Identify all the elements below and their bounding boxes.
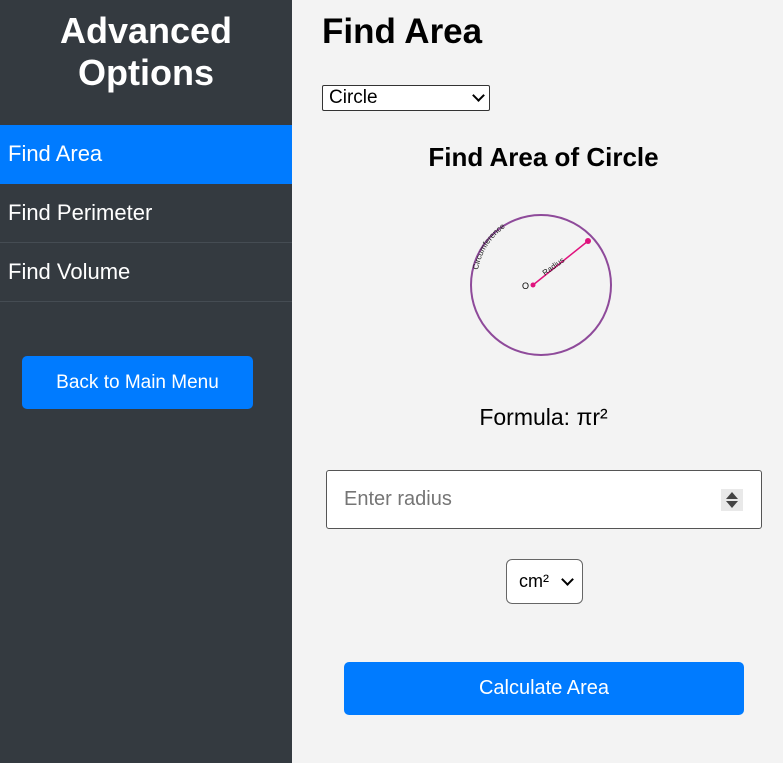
sidebar-title: Advanced Options <box>59 10 233 93</box>
sidebar: Advanced Options Find Area Find Perimete… <box>0 0 292 763</box>
circumference-label: Circumference <box>471 221 507 270</box>
radius-label: Radius <box>541 256 566 278</box>
shape-select-value: Circle <box>329 87 378 108</box>
unit-select[interactable]: cm² <box>506 559 583 604</box>
chevron-down-icon <box>561 572 574 586</box>
calculate-area-button[interactable]: Calculate Area <box>344 662 744 715</box>
edge-point <box>585 238 591 244</box>
main-content: Find Area Circle Find Area of Circle O C… <box>292 0 783 763</box>
radius-field[interactable] <box>326 470 762 529</box>
number-stepper-icon[interactable] <box>721 488 743 511</box>
chevron-down-icon <box>472 89 485 102</box>
radius-input[interactable] <box>344 488 721 511</box>
center-label: O <box>522 281 529 291</box>
formula: Formula: πr² <box>479 404 608 430</box>
circle-diagram: O Circumference Radius <box>470 214 612 356</box>
center-point <box>530 282 536 288</box>
page-title: Find Area <box>322 12 483 51</box>
back-to-main-menu-button[interactable]: Back to Main Menu <box>22 356 253 409</box>
nav-item-find-perimeter[interactable]: Find Perimeter <box>0 184 292 243</box>
section-title: Find Area of Circle <box>428 142 659 172</box>
shape-select[interactable]: Circle <box>322 85 490 111</box>
unit-select-value: cm² <box>519 571 549 591</box>
nav-item-find-volume[interactable]: Find Volume <box>0 243 292 302</box>
nav-item-find-area[interactable]: Find Area <box>0 125 292 184</box>
